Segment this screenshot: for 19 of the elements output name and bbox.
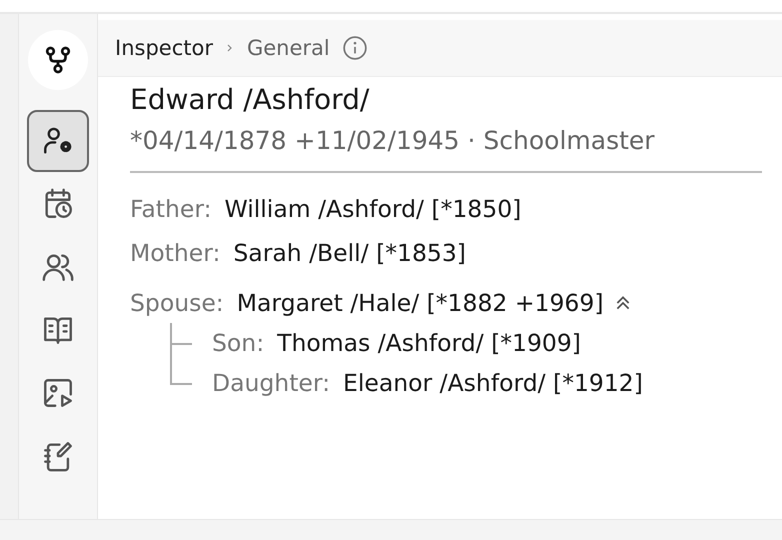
relative-name[interactable]: William /Ashford/ [*1850]	[224, 195, 522, 223]
info-icon[interactable]	[342, 35, 368, 61]
relation-label: Father:	[130, 195, 212, 223]
breadcrumb-item[interactable]: Inspector	[115, 36, 213, 60]
person-name: Edward /Ashford/	[130, 83, 370, 116]
relative-name[interactable]: Thomas /Ashford/ [*1909]	[277, 329, 581, 357]
relation-label: Spouse:	[130, 289, 224, 317]
branch-icon	[43, 45, 73, 75]
relation-label: Son:	[212, 329, 264, 357]
person-details: *04/14/1878 +11/02/1945 · Schoolmaster	[130, 126, 656, 155]
sidebar-button[interactable]	[27, 110, 89, 172]
relative-name[interactable]: Margaret /Hale/ [*1882 +1969]	[236, 289, 604, 317]
relation-label: Daughter:	[212, 369, 330, 397]
breadcrumb-item[interactable]: General	[246, 36, 330, 60]
media-icon	[41, 376, 75, 410]
relative-name[interactable]: Sarah /Bell/ [*1853]	[233, 239, 466, 267]
relation-label: Mother:	[130, 239, 220, 267]
notebook-pen-icon	[41, 439, 75, 473]
relative-name[interactable]: Eleanor /Ashford/ [*1912]	[343, 369, 643, 397]
